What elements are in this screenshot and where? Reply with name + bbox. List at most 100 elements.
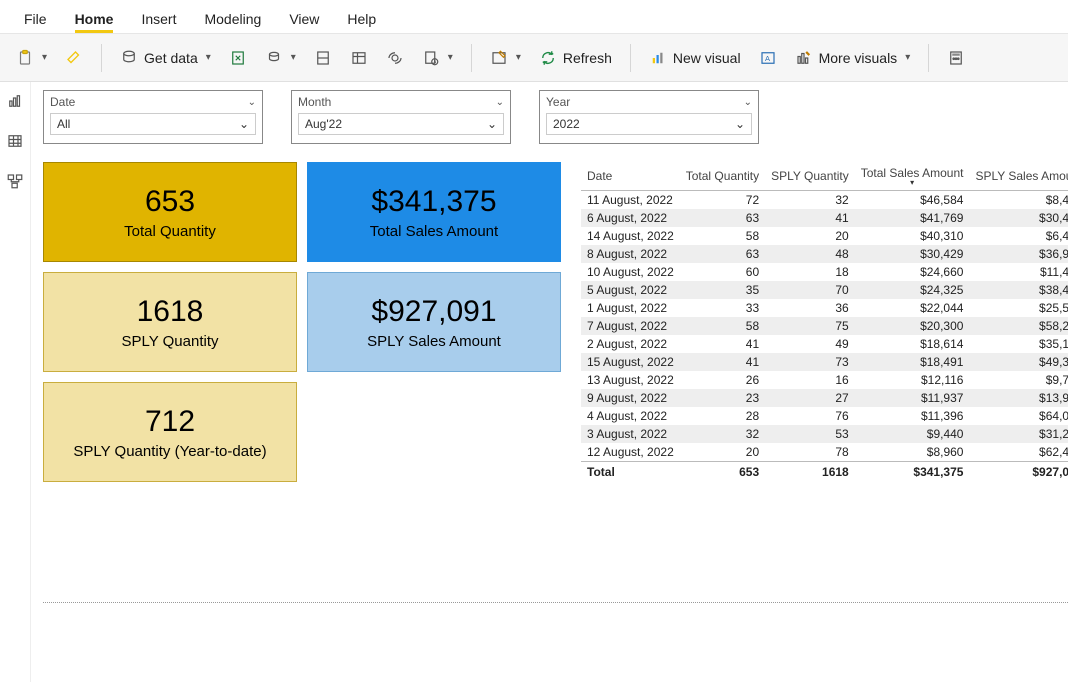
- table-row[interactable]: 8 August, 20226348$30,429$36,960: [581, 245, 1068, 263]
- new-visual-button[interactable]: New visual: [643, 45, 747, 71]
- data-view-button[interactable]: [0, 128, 30, 154]
- slicer-date-label: Date: [50, 95, 75, 109]
- ribbon-separator: [928, 44, 929, 72]
- table-cell: $40,310: [855, 227, 970, 245]
- table-total-cell: 653: [680, 462, 765, 482]
- slicer-year-dropdown[interactable]: 2022 ⌄: [546, 113, 752, 135]
- table-row[interactable]: 1 August, 20223336$22,044$25,560: [581, 299, 1068, 317]
- table-cell: $30,429: [855, 245, 970, 263]
- model-view-button[interactable]: [0, 168, 30, 194]
- report-view-button[interactable]: [0, 88, 30, 114]
- chevron-down-icon: ▾: [516, 52, 521, 63]
- table-row[interactable]: 3 August, 20223253$9,440$31,217: [581, 425, 1068, 443]
- data-hub-button[interactable]: ▾: [259, 45, 302, 71]
- table-cell: 70: [765, 281, 855, 299]
- table-cell: 35: [680, 281, 765, 299]
- format-painter-button[interactable]: [59, 45, 89, 71]
- slicer-year[interactable]: Year ⌄ 2022 ⌄: [539, 90, 759, 144]
- table-cell: $24,660: [855, 263, 970, 281]
- slicer-month-dropdown[interactable]: Aug'22 ⌄: [298, 113, 504, 135]
- chevron-down-icon: ⌄: [248, 97, 256, 108]
- table-row[interactable]: 2 August, 20224149$18,614$35,133: [581, 335, 1068, 353]
- table-cell: $49,348: [969, 353, 1068, 371]
- slicer-date-dropdown[interactable]: All ⌄: [50, 113, 256, 135]
- table-row[interactable]: 6 August, 20226341$41,769$30,463: [581, 209, 1068, 227]
- table-cell: 2 August, 2022: [581, 335, 680, 353]
- card-sply-quantity-ytd[interactable]: 712 SPLY Quantity (Year-to-date): [43, 382, 297, 482]
- table-cell: 36: [765, 299, 855, 317]
- table-cell: 73: [765, 353, 855, 371]
- column-header[interactable]: Total Sales Amount▾: [855, 162, 970, 191]
- report-canvas: Date ⌄ All ⌄ Month ⌄ Aug'22 ⌄: [31, 82, 1068, 682]
- table-cell: 5 August, 2022: [581, 281, 680, 299]
- table-cell: 60: [680, 263, 765, 281]
- table-cell: $62,478: [969, 443, 1068, 462]
- table-cell: 20: [765, 227, 855, 245]
- table-cell: $6,460: [969, 227, 1068, 245]
- table-row[interactable]: 13 August, 20222616$12,116$9,728: [581, 371, 1068, 389]
- sql-server-button[interactable]: [308, 45, 338, 71]
- table-cell: 28: [680, 407, 765, 425]
- table-total-cell: $927,091: [969, 462, 1068, 482]
- table-cell: $11,430: [969, 263, 1068, 281]
- card-total-quantity[interactable]: 653 Total Quantity: [43, 162, 297, 262]
- more-visuals-label: More visuals: [819, 50, 898, 66]
- table-row[interactable]: 11 August, 20227232$46,584$8,480: [581, 191, 1068, 210]
- table-cell: 41: [680, 335, 765, 353]
- refresh-button[interactable]: Refresh: [533, 45, 618, 71]
- slicer-month[interactable]: Month ⌄ Aug'22 ⌄: [291, 90, 511, 144]
- transform-data-button[interactable]: ▾: [484, 45, 527, 71]
- table-cell: $11,937: [855, 389, 970, 407]
- excel-source-button[interactable]: [223, 45, 253, 71]
- menu-file[interactable]: File: [10, 3, 61, 33]
- table-cell: 8 August, 2022: [581, 245, 680, 263]
- card-value: 712: [145, 405, 195, 439]
- dataverse-button[interactable]: [380, 45, 410, 71]
- table-cell: $38,430: [969, 281, 1068, 299]
- table-cell: $18,491: [855, 353, 970, 371]
- table-row[interactable]: 9 August, 20222327$11,937$13,986: [581, 389, 1068, 407]
- table-row[interactable]: 15 August, 20224173$18,491$49,348: [581, 353, 1068, 371]
- card-total-sales-amount[interactable]: $341,375 Total Sales Amount: [307, 162, 561, 262]
- card-sply-quantity[interactable]: 1618 SPLY Quantity: [43, 272, 297, 372]
- column-header[interactable]: SPLY Quantity: [765, 162, 855, 191]
- column-header[interactable]: Total Quantity: [680, 162, 765, 191]
- slicer-date[interactable]: Date ⌄ All ⌄: [43, 90, 263, 144]
- table-cell: 7 August, 2022: [581, 317, 680, 335]
- column-header[interactable]: SPLY Sales Amount: [969, 162, 1068, 191]
- card-label: Total Quantity: [124, 223, 216, 240]
- card-label: Total Sales Amount: [370, 223, 498, 240]
- enter-data-button[interactable]: [344, 45, 374, 71]
- table-cell: 16: [765, 371, 855, 389]
- menu-view[interactable]: View: [275, 3, 333, 33]
- table-cell: 1 August, 2022: [581, 299, 680, 317]
- table-cell: $22,044: [855, 299, 970, 317]
- text-box-button[interactable]: A: [753, 45, 783, 71]
- ribbon: ▾ Get data ▾ ▾ ▾ ▾ Refresh New visual: [0, 34, 1068, 82]
- table-row[interactable]: 5 August, 20223570$24,325$38,430: [581, 281, 1068, 299]
- table-row[interactable]: 10 August, 20226018$24,660$11,430: [581, 263, 1068, 281]
- table-visual[interactable]: DateTotal QuantitySPLY QuantityTotal Sal…: [581, 162, 1068, 482]
- column-header[interactable]: Date: [581, 162, 680, 191]
- chevron-down-icon: ▾: [42, 52, 47, 63]
- get-data-button[interactable]: Get data ▾: [114, 45, 217, 71]
- menu-insert[interactable]: Insert: [127, 3, 190, 33]
- table-cell: 20: [680, 443, 765, 462]
- more-visuals-button[interactable]: More visuals ▾: [789, 45, 917, 71]
- table-row[interactable]: 12 August, 20222078$8,960$62,478: [581, 443, 1068, 462]
- table-cell: $11,396: [855, 407, 970, 425]
- table-row[interactable]: 7 August, 20225875$20,300$58,200: [581, 317, 1068, 335]
- table-cell: 15 August, 2022: [581, 353, 680, 371]
- card-sply-sales-amount[interactable]: $927,091 SPLY Sales Amount: [307, 272, 561, 372]
- recent-sources-button[interactable]: ▾: [416, 45, 459, 71]
- menu-modeling[interactable]: Modeling: [190, 3, 275, 33]
- menu-help[interactable]: Help: [333, 3, 390, 33]
- paste-button[interactable]: ▾: [10, 45, 53, 71]
- menu-home[interactable]: Home: [61, 3, 128, 33]
- refresh-label: Refresh: [563, 50, 612, 66]
- table-row[interactable]: 14 August, 20225820$40,310$6,460: [581, 227, 1068, 245]
- table-cell: 4 August, 2022: [581, 407, 680, 425]
- table-row[interactable]: 4 August, 20222876$11,396$64,068: [581, 407, 1068, 425]
- menu-bar: FileHomeInsertModelingViewHelp: [0, 0, 1068, 34]
- new-measure-button[interactable]: [941, 45, 971, 71]
